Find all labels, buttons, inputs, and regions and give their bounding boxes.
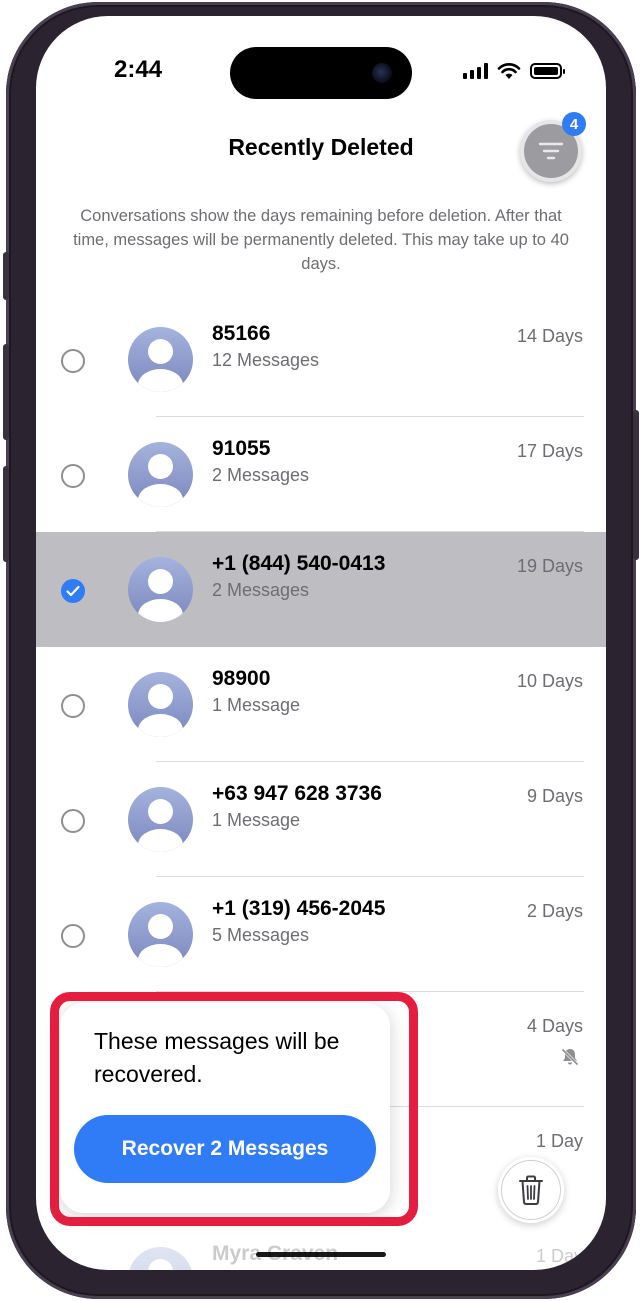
avatar	[128, 672, 193, 737]
battery-icon	[530, 63, 565, 79]
action-button	[3, 252, 9, 300]
conversation-count: 1 Message	[212, 695, 301, 715]
days-remaining: 1 Day	[535, 1131, 583, 1151]
avatar	[128, 787, 193, 852]
recover-messages-button[interactable]: Recover 2 Messages	[74, 1115, 376, 1183]
status-time: 2:44	[114, 56, 163, 83]
screen: 2:44 Recently Deleted 4 Conversations sh…	[36, 16, 606, 1270]
status-icons	[463, 62, 565, 80]
volume-down-button	[3, 466, 9, 562]
days-remaining: 19 Days	[516, 556, 583, 576]
select-radio[interactable]	[61, 809, 85, 833]
avatar	[128, 327, 193, 392]
conversation-row[interactable]: 91055 2 Messages 17 Days	[36, 417, 606, 532]
avatar	[128, 1247, 193, 1270]
home-indicator[interactable]	[256, 1252, 386, 1257]
camera-icon	[372, 63, 392, 83]
conversation-count: 2 Messages	[212, 580, 310, 600]
days-remaining: 17 Days	[516, 441, 583, 461]
avatar	[128, 902, 193, 967]
days-remaining: 4 Days	[526, 1016, 583, 1036]
select-radio-checked[interactable]	[61, 579, 85, 603]
wifi-icon	[497, 63, 521, 79]
conversation-row[interactable]: Myra Craven 1 Day	[36, 1222, 606, 1270]
conversation-name: 85166	[212, 322, 271, 345]
conversation-name: 91055	[212, 437, 271, 460]
conversation-row[interactable]: +63 947 628 3736 1 Message 9 Days	[36, 762, 606, 877]
days-remaining: 2 Days	[526, 901, 583, 921]
conversation-row[interactable]: +1 (319) 456-2045 5 Messages 2 Days	[36, 877, 606, 992]
conversation-row[interactable]: 98900 1 Message 10 Days	[36, 647, 606, 762]
avatar	[128, 557, 193, 622]
recover-popover: These messages will be recovered. Recove…	[60, 1003, 390, 1213]
description-text: Conversations show the days remaining be…	[73, 207, 569, 273]
conversation-name: +1 (844) 540-0413	[212, 552, 386, 575]
select-radio[interactable]	[61, 924, 85, 948]
conversation-name: 98900	[212, 667, 271, 690]
conversation-count: 5 Messages	[212, 925, 310, 945]
popover-message: These messages will be recovered.	[94, 1028, 340, 1087]
power-button	[633, 410, 639, 560]
conversation-name: +1 (319) 456-2045	[212, 897, 386, 920]
checkmark-icon	[66, 585, 80, 597]
trash-icon	[519, 1175, 543, 1205]
bell-slash-icon	[560, 1047, 580, 1072]
dynamic-island	[230, 47, 412, 99]
filter-badge: 4	[562, 112, 586, 136]
conversation-count: 12 Messages	[212, 350, 320, 370]
avatar	[128, 442, 193, 507]
select-radio[interactable]	[61, 349, 85, 373]
days-remaining: 1 Day	[535, 1246, 583, 1266]
conversation-count: 1 Message	[212, 810, 301, 830]
conversation-row[interactable]: 85166 12 Messages 14 Days	[36, 302, 606, 417]
days-remaining: 14 Days	[516, 326, 583, 346]
select-radio[interactable]	[61, 464, 85, 488]
cellular-signal-icon	[463, 63, 488, 79]
days-remaining: 10 Days	[516, 671, 583, 691]
select-radio[interactable]	[61, 694, 85, 718]
conversation-name: +63 947 628 3736	[212, 782, 382, 805]
delete-button[interactable]	[498, 1157, 564, 1223]
conversation-count: 2 Messages	[212, 465, 310, 485]
days-remaining: 9 Days	[526, 786, 583, 806]
volume-up-button	[3, 344, 9, 440]
filter-lines-icon	[538, 142, 564, 160]
conversation-row-selected[interactable]: +1 (844) 540-0413 2 Messages 19 Days	[36, 532, 606, 647]
